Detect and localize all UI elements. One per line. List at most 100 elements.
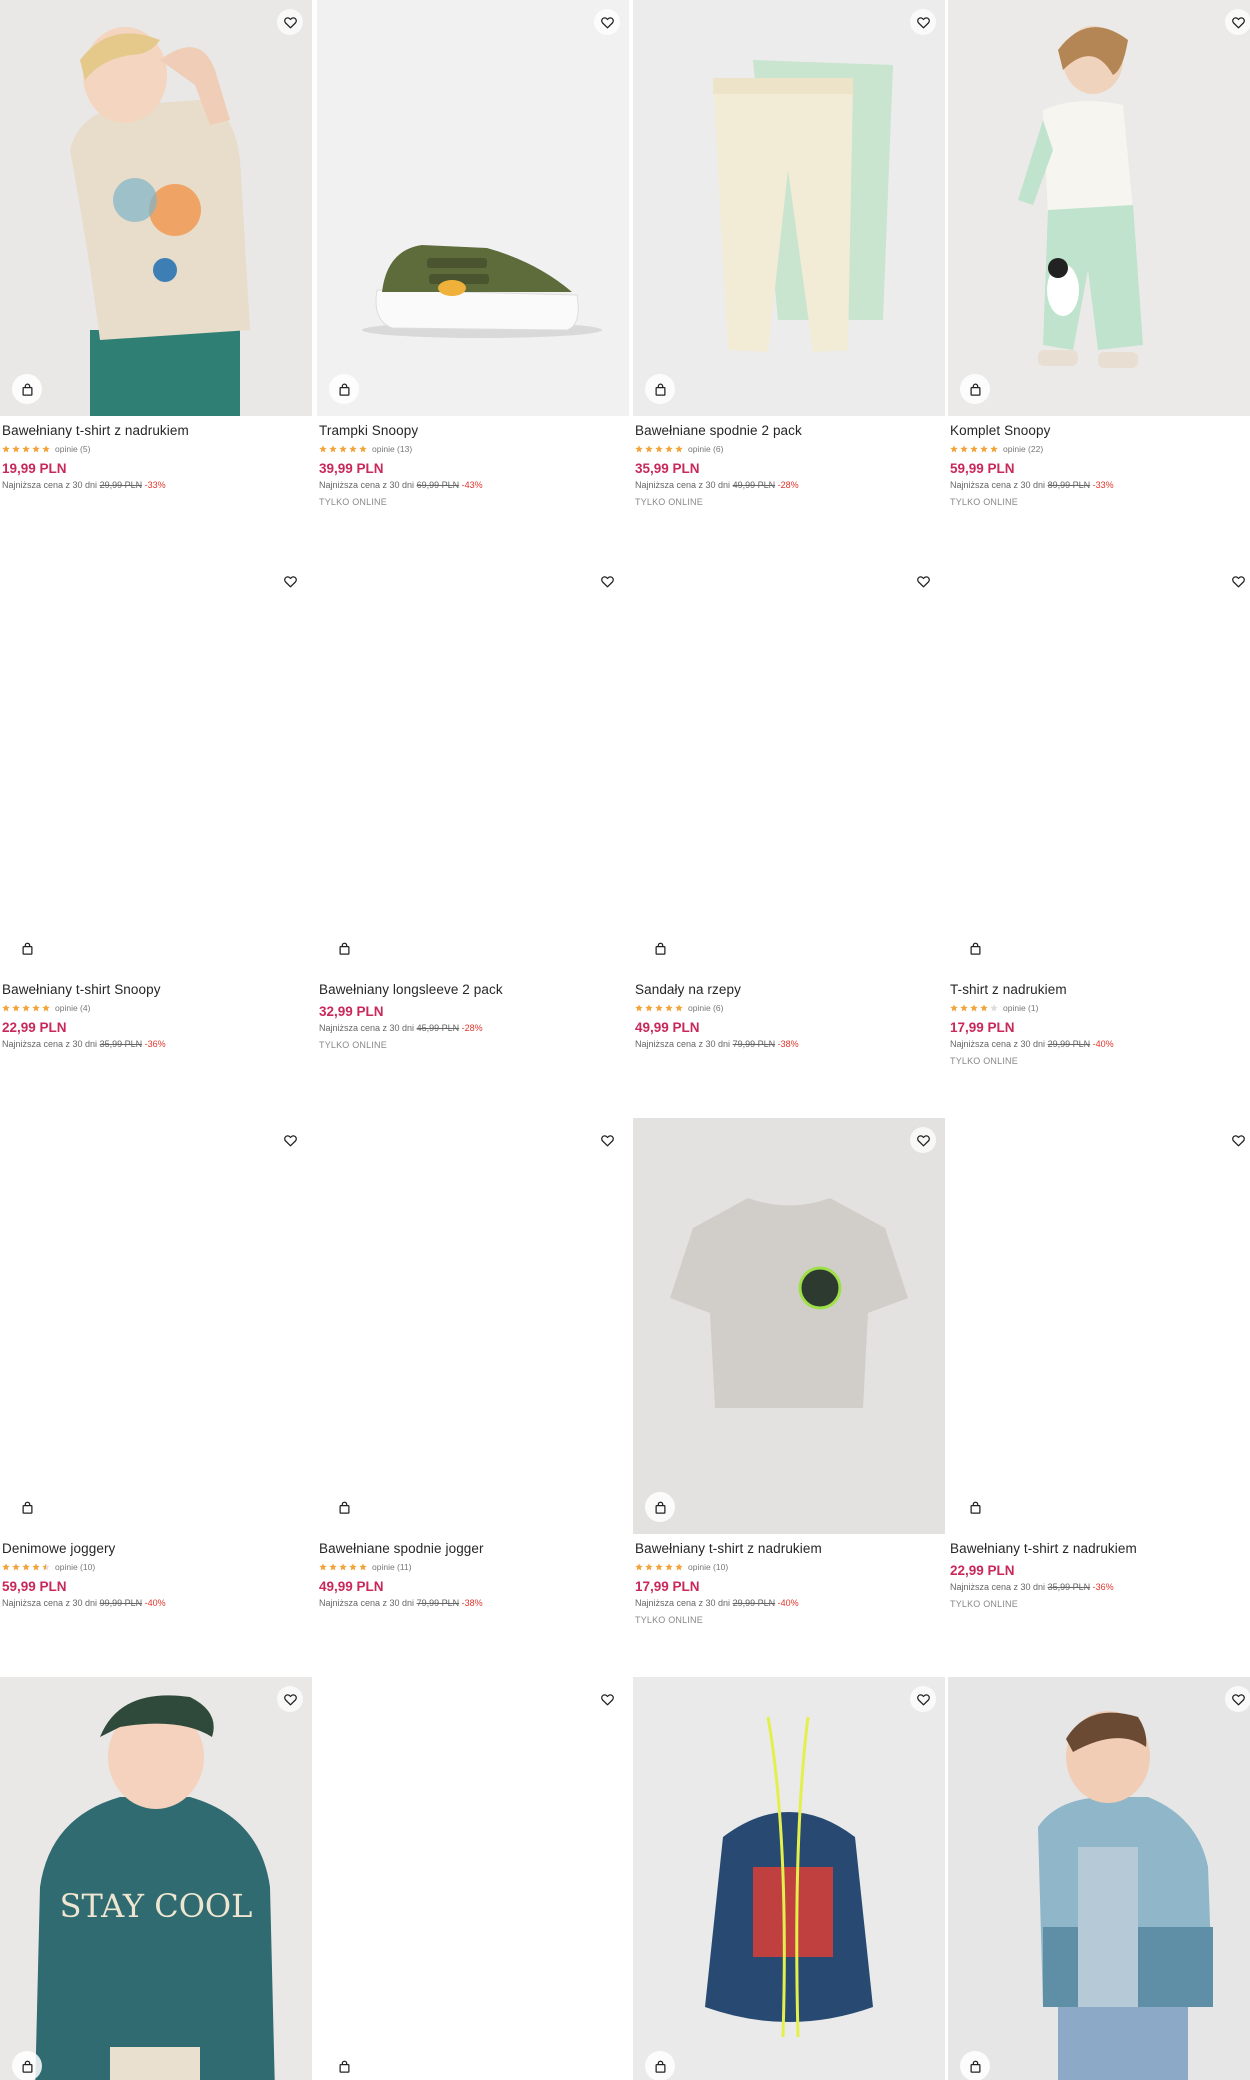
add-to-cart-button[interactable] <box>12 374 42 404</box>
favorite-button[interactable] <box>910 9 936 35</box>
reviews-count[interactable]: opinie (6) <box>688 444 723 454</box>
add-to-cart-button[interactable] <box>329 2051 359 2080</box>
product-name[interactable]: Bawełniany t-shirt z nadrukiem <box>2 422 310 440</box>
reviews-count[interactable]: opinie (4) <box>55 1003 90 1013</box>
product-image[interactable] <box>633 0 945 416</box>
add-to-cart-button[interactable] <box>12 2051 42 2080</box>
boy-stay-cool-sweatshirt-photo: STAY COOL <box>0 1677 312 2080</box>
add-to-cart-button[interactable] <box>329 374 359 404</box>
product-name[interactable]: Sandały na rzepy <box>635 981 943 999</box>
product-grid: Bawełniany t-shirt z nadrukiem opinie (5)… <box>0 0 1250 2080</box>
favorite-button[interactable] <box>1225 568 1250 594</box>
favorite-button[interactable] <box>277 568 303 594</box>
reviews-count[interactable]: opinie (10) <box>688 1562 728 1572</box>
favorite-button[interactable] <box>594 1127 620 1153</box>
reviews-count[interactable]: opinie (6) <box>688 1003 723 1013</box>
product-name[interactable]: Bawełniany t-shirt Snoopy <box>2 981 310 999</box>
heart-icon <box>600 15 615 30</box>
product-name[interactable]: Bawełniany t-shirt z nadrukiem <box>950 1540 1250 1558</box>
pants-2-pack-photo <box>633 0 945 416</box>
reviews-count[interactable]: opinie (11) <box>372 1562 412 1572</box>
star-icon <box>655 445 663 453</box>
product-image[interactable] <box>317 559 629 975</box>
add-to-cart-button[interactable] <box>329 933 359 963</box>
product-image[interactable] <box>0 1118 312 1534</box>
favorite-button[interactable] <box>1225 1686 1250 1712</box>
favorite-button[interactable] <box>594 1686 620 1712</box>
reviews-count[interactable]: opinie (10) <box>55 1562 95 1572</box>
product-name[interactable]: Bawełniany t-shirt z nadrukiem <box>635 1540 943 1558</box>
product-name[interactable]: Bawełniane spodnie 2 pack <box>635 422 943 440</box>
favorite-button[interactable] <box>1225 9 1250 35</box>
favorite-button[interactable] <box>277 9 303 35</box>
product-price: 59,99 PLN <box>2 1579 67 1594</box>
product-name[interactable]: Bawełniane spodnie jogger <box>319 1540 627 1558</box>
shopping-bag-icon <box>20 1500 35 1515</box>
online-only-label: TYLKO ONLINE <box>950 497 1018 507</box>
product-info: Komplet Snoopy opinie (22) 59,99 PLN Najniż… <box>950 422 1250 507</box>
product-price: 32,99 PLN <box>319 1004 384 1019</box>
reviews-count[interactable]: opinie (22) <box>1003 444 1043 454</box>
product-image[interactable] <box>317 0 629 416</box>
product-image[interactable] <box>948 1677 1250 2080</box>
add-to-cart-button[interactable] <box>645 933 675 963</box>
add-to-cart-button[interactable] <box>960 2051 990 2080</box>
add-to-cart-button[interactable] <box>329 1492 359 1522</box>
product-image[interactable] <box>0 0 312 416</box>
old-price: 29,99 PLN <box>99 480 143 490</box>
product-name[interactable]: Bawełniany longsleeve 2 pack <box>319 981 627 999</box>
reviews-count[interactable]: opinie (5) <box>55 444 90 454</box>
add-to-cart-button[interactable] <box>645 1492 675 1522</box>
add-to-cart-button[interactable] <box>12 933 42 963</box>
online-only-label: TYLKO ONLINE <box>635 497 703 507</box>
add-to-cart-button[interactable] <box>960 374 990 404</box>
add-to-cart-button[interactable] <box>645 374 675 404</box>
product-name[interactable]: Trampki Snoopy <box>319 422 627 440</box>
product-price: 39,99 PLN <box>319 461 384 476</box>
star-icon <box>990 1004 998 1012</box>
favorite-button[interactable] <box>277 1686 303 1712</box>
product-name[interactable]: Komplet Snoopy <box>950 422 1250 440</box>
heart-icon <box>1231 1692 1246 1707</box>
product-name[interactable]: T-shirt z nadrukiem <box>950 981 1250 999</box>
lowest-price-label: Najniższa cena z 30 dni <box>319 1023 415 1033</box>
product-image[interactable] <box>317 1118 629 1534</box>
add-to-cart-button[interactable] <box>12 1492 42 1522</box>
shopping-bag-icon <box>20 941 35 956</box>
product-image[interactable] <box>0 559 312 975</box>
lowest-price-note: Najniższa cena z 30 dni 35,99 PLN -36% <box>950 1581 1250 1593</box>
lowest-price-note: Najniższa cena z 30 dni 99,99 PLN -40% <box>2 1597 310 1609</box>
shopping-bag-icon <box>968 1500 983 1515</box>
product-image[interactable] <box>948 559 1250 975</box>
rating-row: opinie (11) <box>319 1560 627 1574</box>
discount-badge: -43% <box>461 480 483 490</box>
lowest-price-note: Najniższa cena z 30 dni 29,99 PLN -40% <box>635 1597 943 1609</box>
product-image[interactable] <box>633 1677 945 2080</box>
favorite-button[interactable] <box>910 568 936 594</box>
product-image[interactable] <box>948 0 1250 416</box>
product-price: 59,99 PLN <box>950 461 1015 476</box>
add-to-cart-button[interactable] <box>960 933 990 963</box>
star-icon <box>655 1004 663 1012</box>
favorite-button[interactable] <box>594 9 620 35</box>
reviews-count[interactable]: opinie (13) <box>372 444 412 454</box>
add-to-cart-button[interactable] <box>645 2051 675 2080</box>
reviews-count[interactable]: opinie (1) <box>1003 1003 1038 1013</box>
star-icon <box>42 445 50 453</box>
favorite-button[interactable] <box>910 1686 936 1712</box>
rating-row: opinie (6) <box>635 442 943 456</box>
discount-badge: -38% <box>777 1039 799 1049</box>
product-name[interactable]: Denimowe joggery <box>2 1540 310 1558</box>
product-image[interactable] <box>633 1118 945 1534</box>
product-image[interactable] <box>948 1118 1250 1534</box>
favorite-button[interactable] <box>910 1127 936 1153</box>
favorite-button[interactable] <box>1225 1127 1250 1153</box>
online-only-label: TYLKO ONLINE <box>319 1040 387 1050</box>
favorite-button[interactable] <box>594 568 620 594</box>
product-image[interactable]: STAY COOL <box>0 1677 312 2080</box>
product-image[interactable] <box>317 1677 629 2080</box>
add-to-cart-button[interactable] <box>960 1492 990 1522</box>
heart-icon <box>600 1133 615 1148</box>
product-image[interactable] <box>633 559 945 975</box>
favorite-button[interactable] <box>277 1127 303 1153</box>
